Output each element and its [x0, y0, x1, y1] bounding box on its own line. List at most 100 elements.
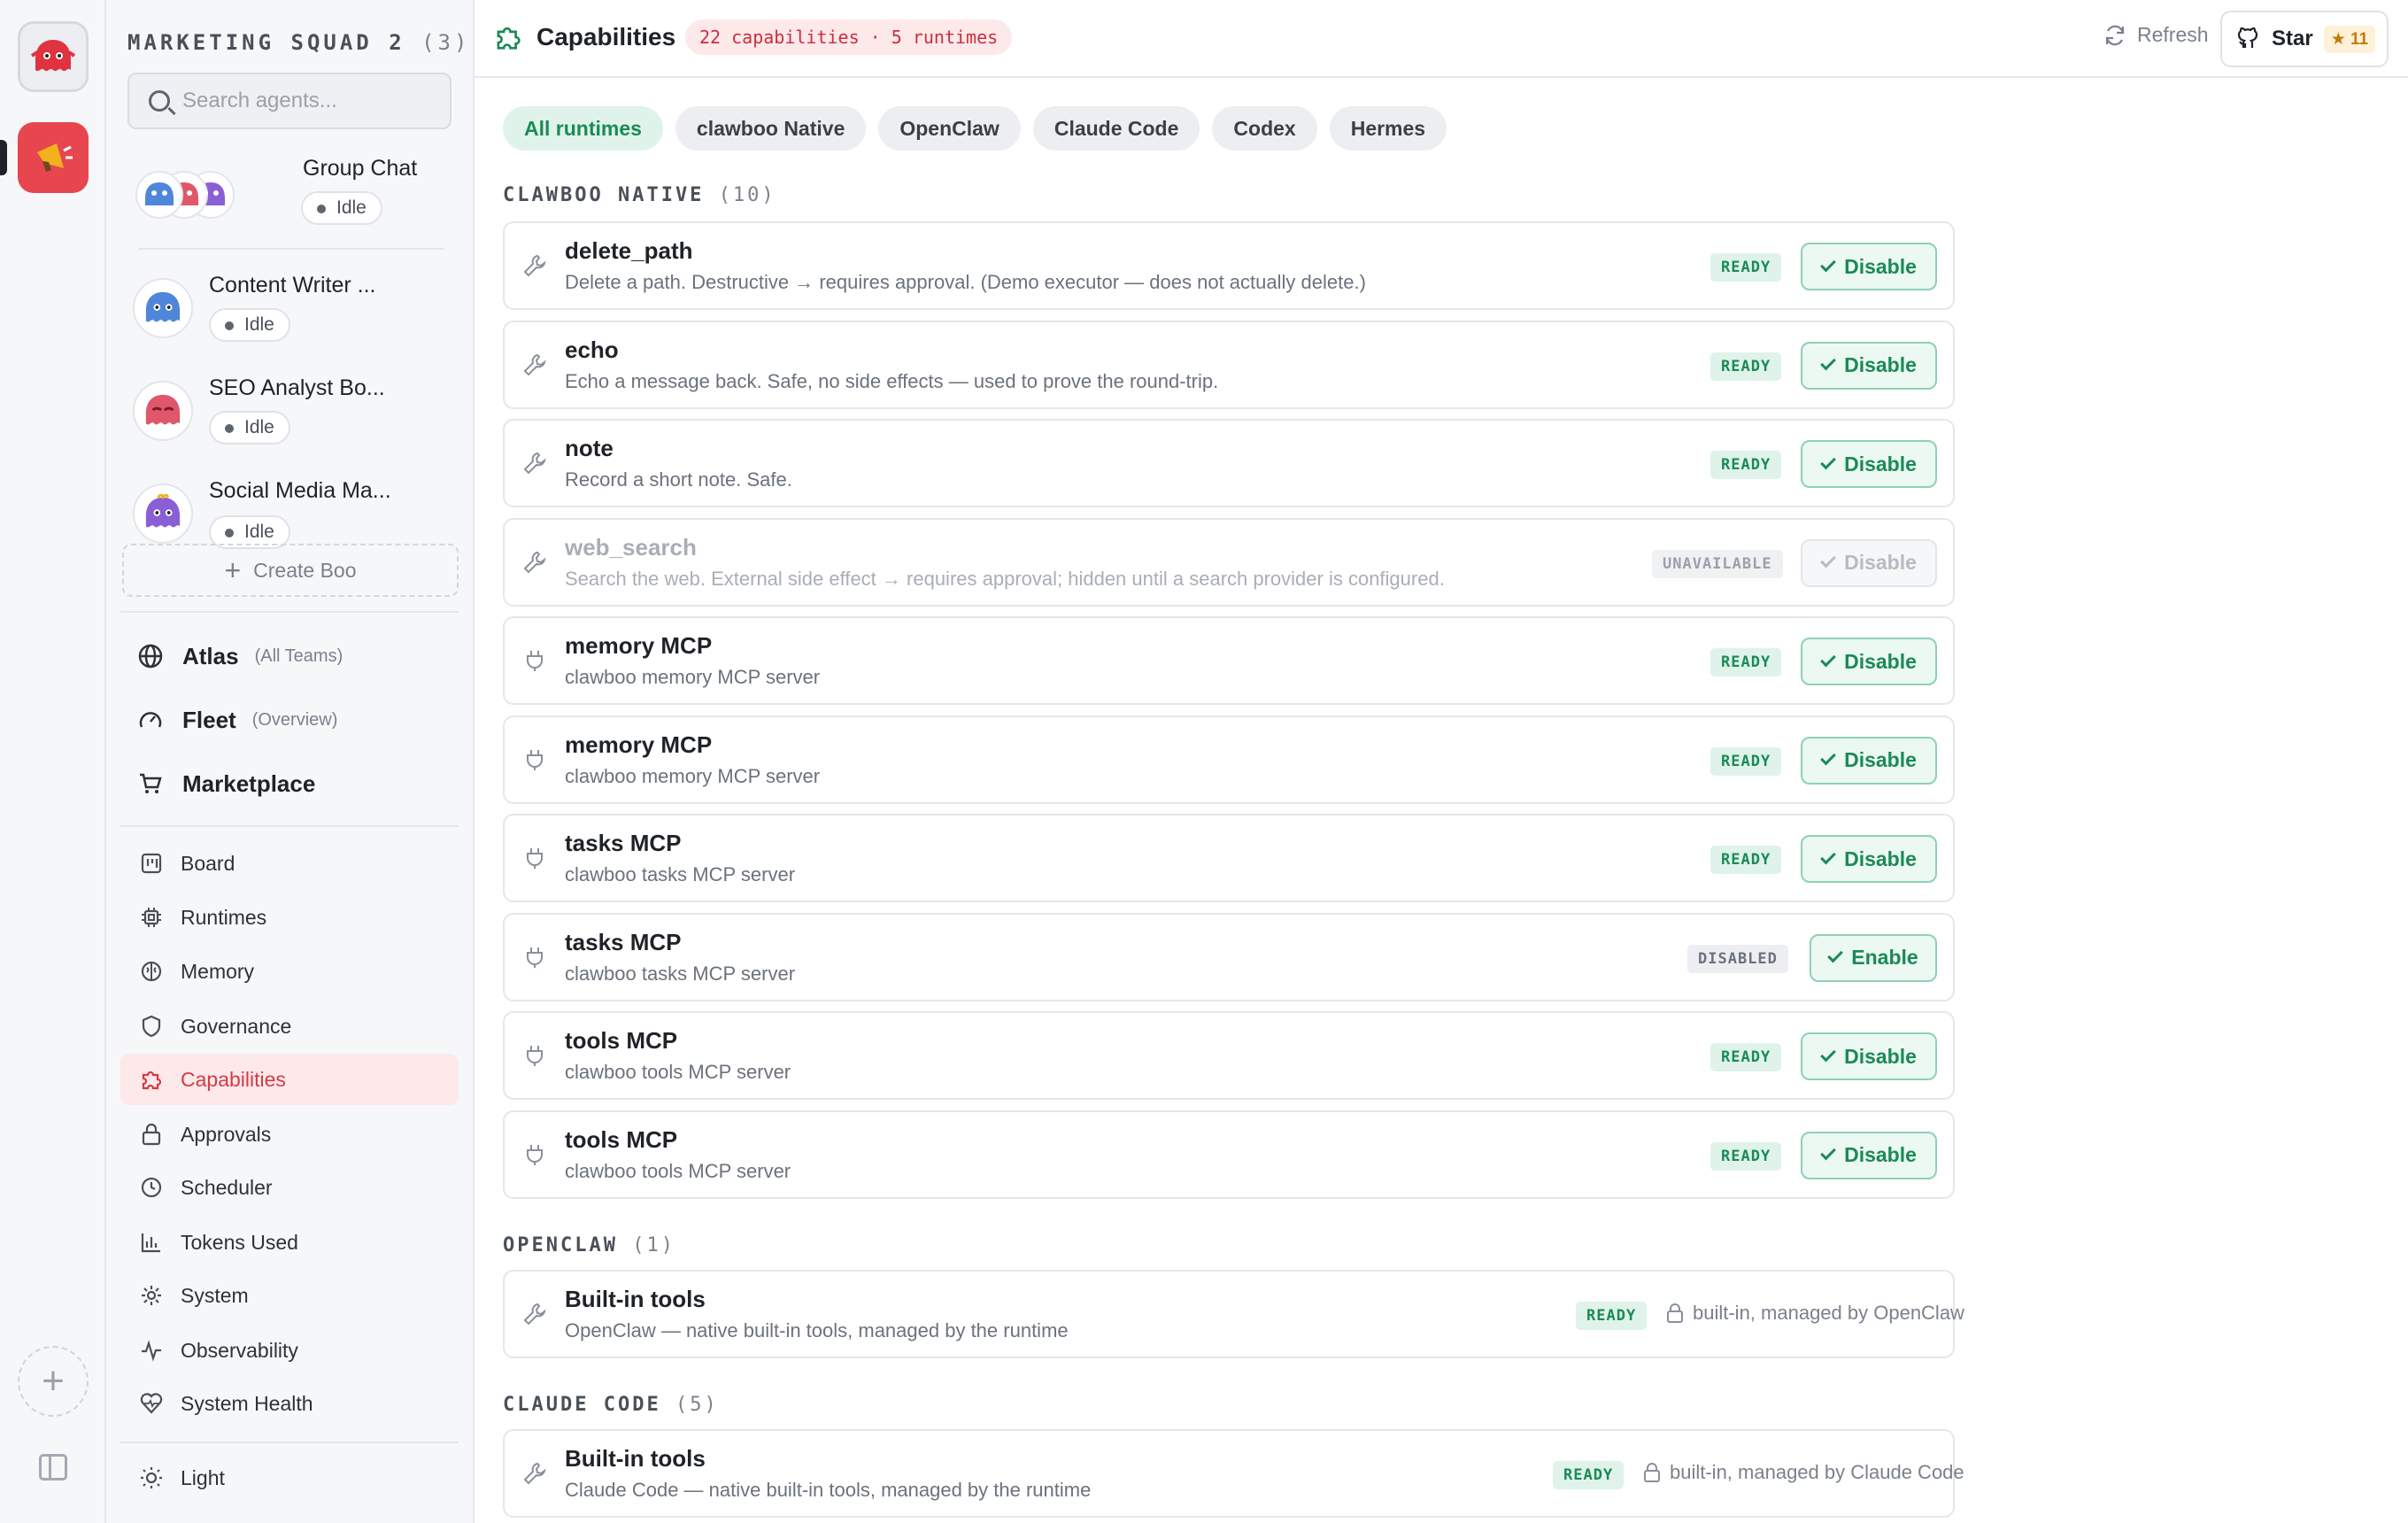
divider	[120, 1442, 459, 1443]
filter-openclaw[interactable]: OpenClaw	[878, 106, 1021, 151]
group-avatars-icon	[135, 171, 235, 219]
enable-button[interactable]: Enable	[1810, 933, 1937, 982]
boo-icon	[30, 40, 76, 72]
search-box[interactable]	[127, 73, 452, 129]
sidebar-item-approvals[interactable]: Approvals	[120, 1109, 459, 1160]
filter-hermes[interactable]: Hermes	[1329, 106, 1447, 151]
filter-clawboo-native[interactable]: clawboo Native	[675, 106, 867, 151]
capability-row-claude-builtin: Built-in tools Claude Code — native buil…	[503, 1429, 1964, 1518]
wrench-icon	[523, 254, 546, 277]
status-badge: READY	[1710, 746, 1782, 776]
sidebar-item-label: Board	[181, 851, 235, 875]
refresh-icon	[2105, 25, 2125, 45]
sidebar: MARKETING SQUAD 2 (3) Group Chat Idle	[106, 0, 475, 1523]
nav-fleet-sub: (Overview)	[251, 709, 338, 730]
sidebar-item-runtimes[interactable]: Runtimes	[120, 892, 459, 943]
workspace-rail: +	[0, 0, 106, 1523]
sidebar-item-board[interactable]: Board	[120, 838, 459, 889]
sidebar-item-label: Governance	[181, 1014, 292, 1038]
shield-icon	[142, 1015, 161, 1038]
sidebar-item-tokens-used[interactable]: Tokens Used	[120, 1217, 459, 1268]
sidebar-item-system-health[interactable]: System Health	[120, 1378, 459, 1429]
agent-item-seo-analyst[interactable]: SEO Analyst Bo... Idle	[133, 375, 452, 464]
capability-name: delete_path	[565, 237, 693, 264]
filter-all-runtimes[interactable]: All runtimes	[503, 106, 663, 151]
github-star-button[interactable]: Star ★ 11	[2220, 11, 2389, 67]
disable-button[interactable]: Disable	[1801, 835, 1937, 883]
theme-toggle[interactable]: Light	[120, 1452, 459, 1504]
disable-button[interactable]: Disable	[1801, 1131, 1937, 1179]
capability-row: delete_path Delete a path. Destructive → …	[503, 221, 1955, 310]
divider	[138, 248, 444, 250]
search-input[interactable]	[182, 89, 439, 113]
avatar	[133, 278, 193, 338]
action-label: Disable	[1844, 1143, 1917, 1166]
star-label: Star	[2272, 27, 2313, 50]
bar-chart-icon	[141, 1233, 160, 1253]
agent-name: SEO Analyst Bo...	[209, 375, 385, 400]
disable-button[interactable]: Disable	[1801, 440, 1937, 488]
workspace-button-1[interactable]	[18, 21, 89, 92]
group-chat-item[interactable]: Group Chat Idle	[133, 156, 452, 244]
check-icon	[1820, 651, 1836, 667]
agent-item-content-writer[interactable]: Content Writer ... Idle	[133, 273, 452, 361]
github-icon	[2237, 27, 2258, 48]
check-icon	[1820, 749, 1836, 766]
plug-icon	[527, 749, 543, 770]
sidebar-item-capabilities[interactable]: Capabilities	[120, 1054, 459, 1105]
status-badge: READY	[1710, 352, 1782, 381]
capability-row: tools MCP clawboo tools MCP server READY Di…	[503, 1109, 1955, 1199]
disable-button[interactable]: Disable	[1801, 538, 1937, 587]
sidebar-item-label: System Health	[181, 1391, 313, 1415]
capability-row: tasks MCP clawboo tasks MCP server DISABLE…	[503, 912, 1955, 1001]
nav-atlas[interactable]: Atlas (All Teams)	[138, 634, 343, 678]
action-label: Disable	[1844, 1044, 1917, 1068]
sidebar-item-scheduler[interactable]: Scheduler	[120, 1162, 459, 1213]
refresh-label: Refresh	[2137, 23, 2209, 46]
sidebar-item-label: Scheduler	[181, 1175, 273, 1199]
disable-button[interactable]: Disable	[1801, 638, 1937, 685]
nav-marketplace[interactable]: Marketplace	[138, 762, 315, 806]
add-workspace-button[interactable]: +	[18, 1346, 89, 1417]
capability-name: Built-in tools	[565, 1445, 706, 1472]
capability-row: note Record a short note. Safe. READY Disab…	[503, 419, 1955, 507]
workspace-button-marketing[interactable]	[18, 122, 89, 193]
board-icon	[141, 853, 162, 874]
capability-name: memory MCP	[565, 632, 713, 659]
check-icon	[1820, 848, 1836, 864]
disable-button[interactable]: Disable	[1801, 1032, 1937, 1080]
sidebar-item-governance[interactable]: Governance	[120, 1001, 459, 1052]
action-label: Disable	[1844, 452, 1917, 475]
sidebar-item-observability[interactable]: Observability	[120, 1325, 459, 1376]
disable-button[interactable]: Disable	[1801, 243, 1937, 290]
sidebar-item-label: Tokens Used	[181, 1230, 298, 1254]
agent-name: Social Media Ma...	[209, 478, 391, 503]
plug-icon	[527, 1144, 543, 1165]
capability-description: clawboo tools MCP server	[565, 1159, 791, 1182]
sidebar-item-system[interactable]: System	[120, 1270, 459, 1321]
disable-button[interactable]: Disable	[1801, 341, 1937, 390]
filter-claude-code[interactable]: Claude Code	[1032, 106, 1200, 151]
filter-codex[interactable]: Codex	[1212, 106, 1317, 151]
status-badge: DISABLED	[1687, 944, 1788, 973]
nav-marketplace-label: Marketplace	[182, 769, 316, 797]
agent-name: Content Writer ...	[209, 273, 376, 298]
disable-button[interactable]: Disable	[1801, 736, 1937, 785]
nav-fleet[interactable]: Fleet (Overview)	[138, 698, 337, 742]
brain-icon	[141, 961, 162, 982]
check-icon	[1820, 552, 1836, 568]
nav-atlas-label: Atlas	[182, 642, 239, 669]
status-badge: UNAVAILABLE	[1652, 549, 1783, 578]
collapse-sidebar-icon[interactable]	[39, 1454, 67, 1480]
action-label: Enable	[1851, 946, 1918, 969]
status-badge: READY	[1576, 1302, 1648, 1330]
heart-pulse-icon	[140, 1393, 163, 1414]
check-icon	[1820, 1144, 1836, 1161]
managed-label: built-in, managed by OpenClaw	[1693, 1302, 1964, 1324]
lock-icon	[142, 1123, 161, 1146]
sidebar-item-memory[interactable]: Memory	[120, 946, 459, 997]
refresh-button[interactable]: Refresh	[2103, 23, 2209, 47]
create-boo-button[interactable]: + Create Boo	[122, 544, 459, 597]
sun-icon	[141, 1467, 162, 1488]
capabilities-count-badge: 22 capabilities · 5 runtimes	[685, 19, 1013, 55]
